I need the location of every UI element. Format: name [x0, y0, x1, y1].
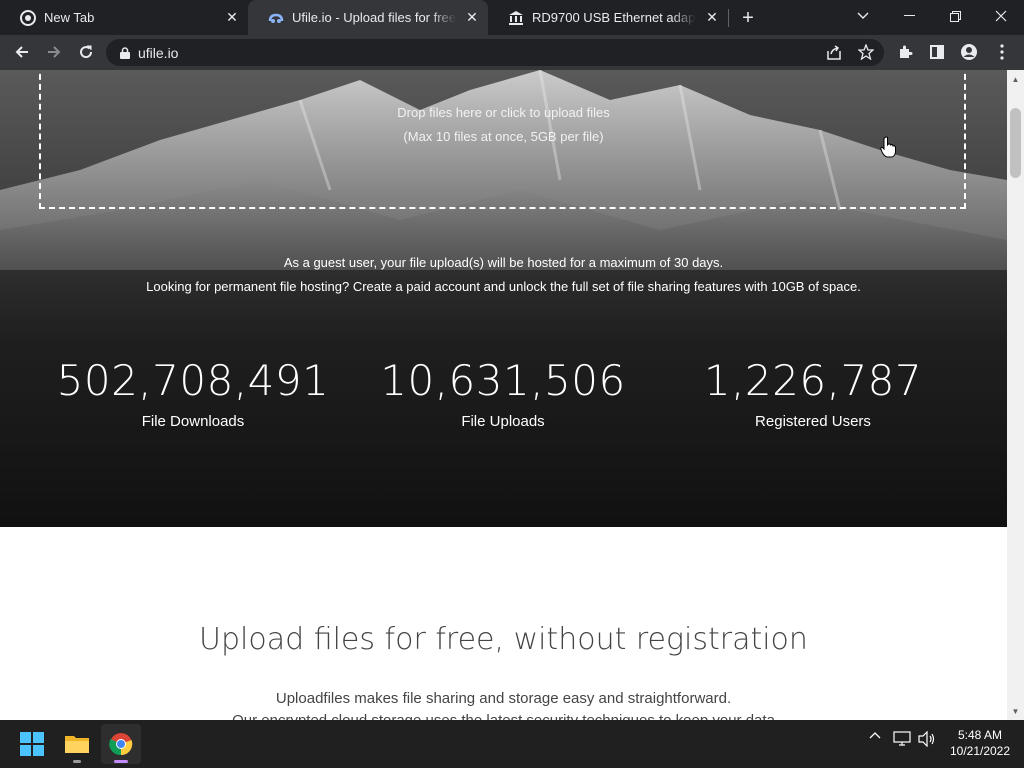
tab-title: RD9700 USB Ethernet adapter dr	[532, 10, 696, 25]
section-title: Upload files for free, without registrat…	[199, 622, 808, 657]
restore-button[interactable]	[932, 0, 978, 32]
clock-date: 10/21/2022	[949, 744, 1011, 758]
guest-notice: As a guest user, your file upload(s) wil…	[283, 255, 724, 270]
profile-icon	[961, 44, 977, 60]
folder-icon	[65, 736, 89, 753]
tab-title: Ufile.io - Upload files for free & s	[292, 10, 456, 25]
clock-time: 5:48 AM	[957, 728, 1003, 742]
back-button[interactable]	[7, 37, 37, 67]
volume-icon[interactable]	[917, 731, 937, 747]
forward-button[interactable]	[39, 37, 69, 67]
file-explorer-button[interactable]	[57, 724, 97, 764]
bookmark-star-icon[interactable]	[858, 44, 874, 60]
tab-strip: New Tab ✕ Ufile.io - Upload files for fr…	[0, 0, 1024, 35]
stat-label: File Downloads	[141, 413, 245, 430]
close-tab-icon[interactable]: ✕	[462, 8, 482, 28]
minimize-button[interactable]	[886, 0, 932, 32]
chrome-taskbar-button[interactable]	[101, 724, 141, 764]
chrome-icon	[20, 9, 36, 26]
stat-users: 1,226,787 Registered Users	[653, 356, 973, 430]
stat-value: 1,226,787	[703, 356, 923, 405]
back-arrow-icon	[15, 46, 28, 58]
share-icon[interactable]	[826, 45, 842, 60]
active-indicator	[114, 760, 128, 763]
lock-icon[interactable]	[120, 46, 130, 59]
taskbar	[0, 720, 1024, 768]
tab-search-button[interactable]	[840, 0, 886, 32]
page-viewport: Drop files here or click to upload files…	[0, 70, 1007, 720]
profile-button[interactable]	[954, 37, 984, 67]
tab-new-tab[interactable]: New Tab ✕	[0, 0, 248, 35]
stat-label: Registered Users	[755, 413, 871, 430]
hero-section: Drop files here or click to upload files…	[0, 70, 1007, 527]
kebab-menu-icon	[1000, 44, 1004, 60]
windows-logo-icon	[20, 732, 44, 756]
address-bar[interactable]: ufile.io	[106, 39, 884, 66]
url-text: ufile.io	[138, 44, 179, 61]
puzzle-icon	[900, 45, 913, 58]
features-section: Upload files for free, without registrat…	[0, 527, 1007, 720]
scroll-up-arrow-icon[interactable]: ▲	[1007, 71, 1024, 88]
section-description-cut: Our encrypted cloud storage uses the lat…	[0, 712, 1007, 720]
forward-arrow-icon	[48, 46, 61, 58]
stat-value: 10,631,506	[380, 356, 626, 405]
close-tab-icon[interactable]: ✕	[222, 8, 242, 28]
chrome-icon	[109, 733, 133, 756]
reload-button[interactable]	[71, 37, 101, 67]
close-tab-icon[interactable]: ✕	[702, 8, 722, 28]
close-icon	[995, 10, 1007, 22]
stat-downloads: 502,708,491 File Downloads	[33, 356, 353, 430]
tab-ufile[interactable]: Ufile.io - Upload files for free & s ✕	[248, 0, 488, 35]
minimize-icon	[903, 15, 915, 16]
stat-uploads: 10,631,506 File Uploads	[343, 356, 663, 430]
dropzone-limits: (Max 10 files at once, 5GB per file)	[403, 129, 604, 144]
scrollbar-thumb[interactable]	[1010, 108, 1021, 178]
stat-value: 502,708,491	[56, 356, 330, 405]
side-panel-button[interactable]	[922, 37, 952, 67]
tab-title: New Tab	[44, 10, 95, 25]
permanent-hosting-notice: Looking for permanent file hosting? Crea…	[146, 279, 861, 294]
chevron-down-icon	[857, 12, 869, 19]
restore-icon	[949, 10, 961, 22]
dropzone-instruction: Drop files here or click to upload files	[397, 105, 610, 120]
show-hidden-icons-chevron-icon[interactable]	[866, 731, 884, 739]
bank-icon	[508, 10, 524, 26]
side-panel-icon	[930, 45, 944, 59]
hand-cursor-icon	[880, 136, 896, 163]
close-window-button[interactable]	[978, 0, 1024, 32]
tab-rd9700[interactable]: RD9700 USB Ethernet adapter dr ✕	[488, 0, 728, 35]
menu-button[interactable]	[987, 37, 1017, 67]
ufile-icon	[268, 10, 284, 26]
scroll-down-arrow-icon[interactable]: ▼	[1007, 703, 1024, 720]
extensions-button[interactable]	[890, 37, 920, 67]
running-indicator	[73, 760, 81, 763]
stat-label: File Uploads	[461, 413, 545, 430]
reload-icon	[80, 45, 93, 59]
network-icon[interactable]	[892, 731, 912, 747]
start-button[interactable]	[12, 724, 52, 764]
system-clock[interactable]: 5:48 AM 10/21/2022	[940, 727, 1020, 759]
new-tab-button[interactable]: +	[726, 2, 770, 34]
section-description: Uploadfiles makes file sharing and stora…	[275, 690, 732, 707]
